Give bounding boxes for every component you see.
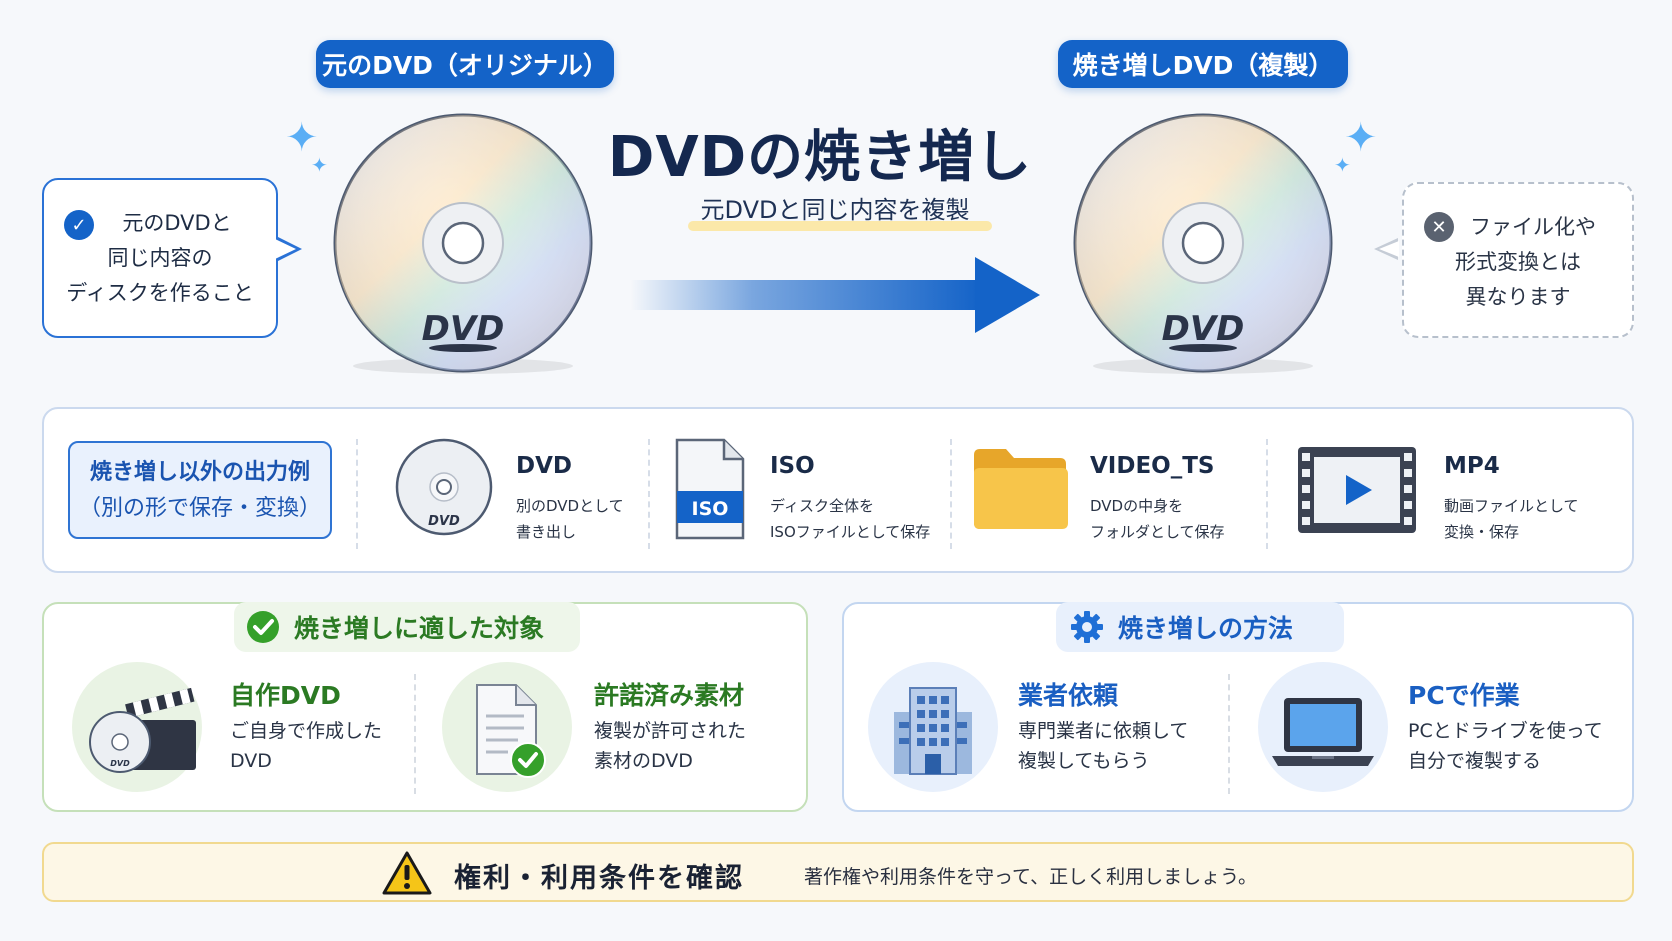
suitable-targets-box: 焼き増しに適した対象 DVD 自作DVD ご自身で作成した DVD 許諾済み素材… (42, 602, 808, 812)
suitable-item-title: 許諾済み素材 (594, 681, 745, 710)
dvd-disc-icon: DVD (395, 438, 493, 536)
output-item-mp4: MP4 動画ファイルとして 変換・保存 (1296, 409, 1616, 575)
item-desc-line: 素材のDVD (594, 750, 693, 772)
output-examples-label: 焼き増し以外の出力例 （別の形で保存・変換） (68, 441, 332, 539)
output-desc-line: 変換・保存 (1444, 523, 1520, 541)
bubble-tail-fill (1379, 241, 1399, 257)
notice-title: 権利・利用条件を確認 (454, 863, 744, 894)
method-item-title: 業者依頼 (1018, 681, 1119, 710)
output-name: MP4 (1444, 453, 1500, 479)
methods-header: 焼き増しの方法 (1056, 602, 1344, 652)
copy-dvd-disc: DVD (1073, 113, 1333, 374)
divider (1266, 439, 1268, 549)
output-item-video-ts: VIDEO_TS DVDの中身を フォルダとして保存 (972, 409, 1272, 575)
definition-bubble: ✓ 元のDVDと 同じ内容の ディスクを作ること (42, 178, 278, 338)
difference-line-2: 形式変換とは (1455, 250, 1581, 274)
sparkle-icon: ✦ (285, 115, 319, 161)
item-desc-line: 複製してもらう (1018, 750, 1150, 772)
page-subtitle: 元DVDと同じ内容を複製 (700, 196, 970, 224)
iso-label: ISO (692, 498, 729, 520)
suitable-targets-title: 焼き増しに適した対象 (294, 614, 545, 643)
divider (356, 439, 358, 549)
output-examples-subtitle: （別の形で保存・変換） (78, 496, 321, 521)
bubble-tail-fill (275, 239, 296, 259)
output-item-iso: ISO ISO ディスク全体を ISOファイルとして保存 (674, 409, 964, 575)
methods-box: 焼き増しの方法 業者依頼 専門業者に依頼して 複製してもらう PCで作業 PCと… (842, 602, 1634, 812)
method-item-desc: 専門業者に依頼して 複製してもらう (1018, 716, 1188, 776)
item-desc-line: 専門業者に依頼して (1018, 720, 1189, 742)
method-item-desc: PCとドライブを使って 自分で複製する (1408, 716, 1603, 776)
page-title: DVDの焼き増し (607, 125, 1033, 190)
output-examples-title: 焼き増し以外の出力例 (89, 460, 310, 485)
divider (414, 674, 416, 794)
original-dvd-disc: DVD (333, 113, 593, 374)
copy-dvd-label: 焼き増しDVD（複製） (1058, 40, 1348, 88)
output-desc-line: DVDの中身を (1090, 497, 1184, 515)
difference-bubble: ✕ ファイル化や 形式変換とは 異なります (1402, 182, 1634, 338)
suitable-item-desc: ご自身で作成した DVD (230, 716, 382, 776)
office-building-icon (894, 687, 972, 775)
methods-title: 焼き増しの方法 (1118, 614, 1294, 643)
original-dvd-label: 元のDVD（オリジナル） (316, 40, 614, 88)
copy-direction-arrow-icon (630, 257, 1040, 333)
output-examples-panel: 焼き増し以外の出力例 （別の形で保存・変換） DVD DVD 別のDVDとして … (42, 407, 1634, 573)
difference-line-3: 異なります (1465, 285, 1571, 309)
divider (648, 439, 650, 549)
output-desc: DVDの中身を フォルダとして保存 (1090, 493, 1225, 545)
dvd-mini-logo: DVD (428, 514, 460, 529)
suitable-targets-header: 焼き増しに適した対象 (234, 602, 580, 652)
folder-icon (974, 449, 1068, 529)
output-desc-line: 別のDVDとして (516, 497, 624, 515)
suitable-item-title: 自作DVD (230, 681, 341, 710)
output-desc-line: フォルダとして保存 (1090, 523, 1225, 541)
item-desc-line: 自分で複製する (1408, 750, 1542, 772)
method-item-title: PCで作業 (1408, 681, 1520, 710)
gear-icon (1071, 611, 1103, 643)
dvd-mini-logo: DVD (110, 759, 130, 768)
divider (1228, 674, 1230, 794)
suitable-item-desc: 複製が許可された 素材のDVD (594, 716, 746, 776)
check-circle-icon (247, 611, 279, 643)
output-item-dvd: DVD DVD 別のDVDとして 書き出し (394, 409, 664, 575)
warning-icon (382, 851, 432, 895)
notice-text: 著作権や利用条件を守って、正しく利用しましょう。 (804, 866, 1257, 888)
output-desc-line: ディスク全体を (770, 497, 874, 515)
dvd-clapperboard-icon: DVD (89, 687, 196, 773)
definition-line-3: ディスクを作ること (66, 281, 254, 305)
output-desc-line: ISOファイルとして保存 (770, 523, 931, 541)
item-desc-line: 複製が許可された (594, 720, 747, 742)
rights-notice-bar: 権利・利用条件を確認 著作権や利用条件を守って、正しく利用しましょう。 (42, 842, 1634, 902)
sparkle-icon: ✦ (311, 153, 328, 177)
item-desc-line: ご自身で作成した (230, 720, 383, 742)
video-film-icon (1298, 447, 1416, 533)
item-desc-line: DVD (230, 750, 272, 772)
check-circle-icon: ✓ (64, 210, 94, 240)
sparkle-icon: ✦ (1344, 115, 1378, 161)
output-desc-line: 動画ファイルとして (1444, 497, 1579, 515)
dvd-logo-text: DVD (1162, 309, 1245, 349)
output-name: ISO (770, 453, 815, 479)
divider (950, 439, 952, 549)
iso-file-icon: ISO (675, 438, 745, 540)
approved-document-icon (476, 684, 546, 778)
item-desc-line: PCとドライブを使って (1408, 720, 1603, 742)
output-desc: ディスク全体を ISOファイルとして保存 (770, 493, 930, 545)
output-desc-line: 書き出し (516, 523, 577, 541)
output-name: DVD (516, 453, 572, 479)
dvd-logo-text: DVD (422, 309, 505, 349)
sparkle-icon: ✦ (1334, 153, 1351, 177)
output-desc: 動画ファイルとして 変換・保存 (1444, 493, 1579, 545)
output-desc: 別のDVDとして 書き出し (516, 493, 624, 545)
laptop-icon (1272, 698, 1374, 766)
definition-line-2: 同じ内容の (107, 246, 213, 270)
output-name: VIDEO_TS (1090, 453, 1215, 479)
x-circle-icon: ✕ (1424, 212, 1454, 242)
